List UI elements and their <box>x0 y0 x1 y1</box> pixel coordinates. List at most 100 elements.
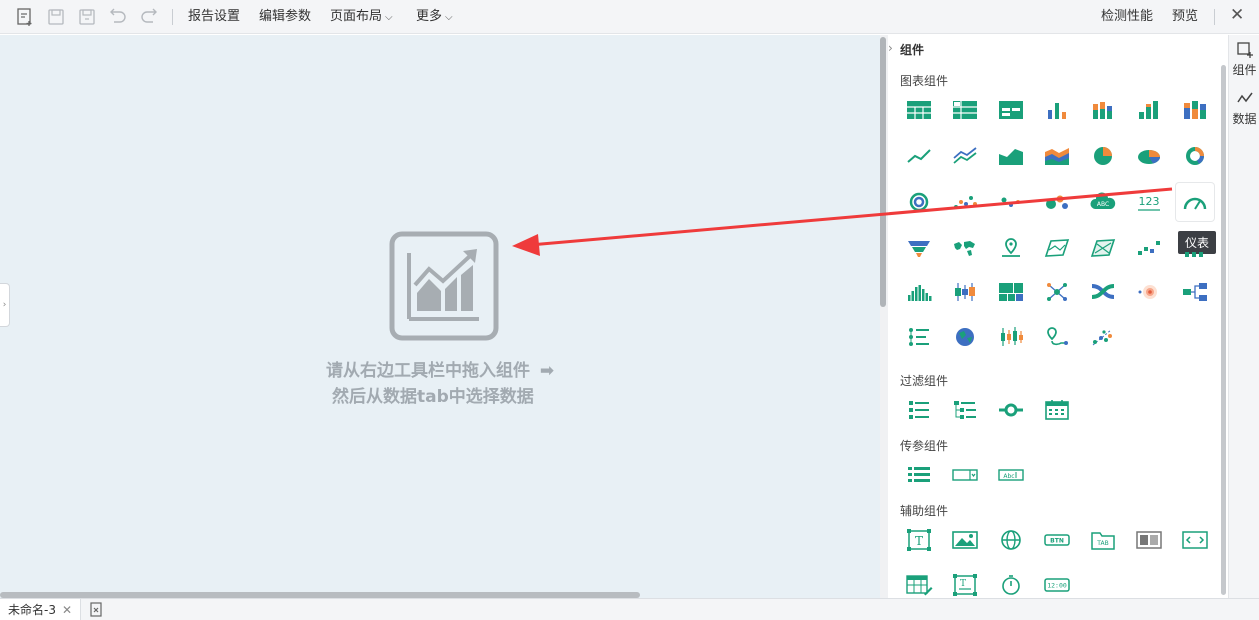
bubble-chart-icon[interactable] <box>1038 183 1076 221</box>
stacked-area-chart-icon[interactable] <box>1038 137 1076 175</box>
text-box-icon[interactable]: T <box>900 521 938 559</box>
save-as-icon[interactable] <box>77 7 97 27</box>
section-filter-components: 过滤组件 <box>900 374 949 388</box>
heatmap-chart-icon[interactable] <box>1130 273 1168 311</box>
line-chart-icon[interactable] <box>900 137 938 175</box>
scatter-chart-icon[interactable] <box>946 183 984 221</box>
chart-placeholder-icon <box>389 231 499 341</box>
tree-filter-icon[interactable] <box>946 391 984 429</box>
3d-pie-chart-icon[interactable] <box>1130 137 1168 175</box>
donut-chart-icon[interactable] <box>1176 137 1214 175</box>
network-graph-icon[interactable] <box>1038 273 1076 311</box>
toolbar-divider <box>172 9 173 25</box>
list-param-icon[interactable] <box>900 456 938 494</box>
report-canvas[interactable]: › 请从右边工具栏中拖入组件 ➡ 然后从数据tab中选择数据 <box>0 35 880 598</box>
report-tab[interactable]: 未命名-3 ✕ <box>0 599 82 620</box>
table-component-icon[interactable] <box>900 91 938 129</box>
grouped-table-component-icon[interactable] <box>992 91 1030 129</box>
word-cloud-icon[interactable]: ABC <box>1084 183 1122 221</box>
svg-text:T: T <box>915 534 923 548</box>
redo-icon[interactable] <box>139 7 159 27</box>
panel-title: 组件 <box>900 43 925 57</box>
area-map-icon[interactable] <box>1038 229 1076 267</box>
menu-more[interactable]: 更多 ⌵ <box>416 9 453 26</box>
partially-hidden-chart-icon[interactable] <box>1176 229 1214 267</box>
checkbox-list-filter-icon[interactable] <box>900 391 938 429</box>
route-map-icon[interactable] <box>1038 318 1076 356</box>
sankey-chart-icon[interactable] <box>1084 273 1122 311</box>
save-icon[interactable] <box>46 7 66 27</box>
multi-line-chart-icon[interactable] <box>946 137 984 175</box>
dot-chart-icon[interactable] <box>992 183 1030 221</box>
area-chart-icon[interactable] <box>992 137 1030 175</box>
undo-icon[interactable] <box>108 7 128 27</box>
tab-label: 未命名-3 <box>8 603 56 617</box>
percent-bar-chart-icon[interactable] <box>1130 91 1168 129</box>
text-input-param-icon[interactable]: Abc <box>992 456 1030 494</box>
check-performance-button[interactable]: 检测性能 <box>1101 9 1153 25</box>
globe-chart-icon[interactable] <box>946 318 984 356</box>
section-param-components: 传参组件 <box>900 439 949 453</box>
timeline-list-icon[interactable] <box>900 318 938 356</box>
histogram-chart-icon[interactable] <box>900 273 938 311</box>
tab-data[interactable]: 数据 <box>1229 90 1259 127</box>
arrow-right-icon: ➡ <box>539 361 555 381</box>
add-report-icon[interactable] <box>88 602 104 618</box>
split-container-icon[interactable] <box>1130 521 1168 559</box>
canvas-vertical-scrollbar[interactable] <box>880 37 886 307</box>
crosstab-component-icon[interactable] <box>946 91 984 129</box>
bar-chart-icon[interactable] <box>1038 91 1076 129</box>
treemap-chart-icon[interactable] <box>992 273 1030 311</box>
funnel-chart-icon[interactable] <box>900 229 938 267</box>
menu-page-layout[interactable]: 页面布局 ⌵ <box>330 9 393 26</box>
button-label: 检测性能 <box>1101 9 1154 24</box>
map-pin-chart-icon[interactable] <box>992 229 1030 267</box>
new-file-icon[interactable] <box>15 7 35 27</box>
point-map-icon[interactable] <box>1084 318 1122 356</box>
slider-filter-icon[interactable] <box>992 391 1030 429</box>
boxplot-chart-icon[interactable] <box>946 273 984 311</box>
section-chart-components: 图表组件 <box>900 74 949 88</box>
tab-components[interactable]: 组件 <box>1229 41 1259 78</box>
world-map-icon[interactable] <box>946 229 984 267</box>
multi-level-pie-icon[interactable] <box>900 183 938 221</box>
svg-text:123: 123 <box>1139 195 1160 208</box>
chevron-down-icon: ⌵ <box>385 12 393 23</box>
flow-diagram-icon[interactable] <box>1176 273 1214 311</box>
button-label: 预览 <box>1172 9 1199 24</box>
menu-label: 报告设置 <box>188 9 241 24</box>
data-line-icon <box>1236 92 1253 103</box>
preview-button[interactable]: 预览 <box>1172 9 1198 25</box>
date-filter-icon[interactable] <box>1038 391 1076 429</box>
collapse-panel-icon[interactable]: › <box>888 41 893 55</box>
svg-text:12:00: 12:00 <box>1047 582 1067 590</box>
gauge-component-icon[interactable] <box>1176 183 1214 221</box>
button-component-icon[interactable]: BTN <box>1038 521 1076 559</box>
close-icon[interactable]: ✕ <box>1230 7 1244 24</box>
panel-vertical-scrollbar[interactable] <box>1221 65 1226 595</box>
menu-label: 页面布局 <box>330 9 383 24</box>
section-aux-components: 辅助组件 <box>900 504 949 518</box>
close-tab-icon[interactable]: ✕ <box>62 603 72 617</box>
heat-grid-icon[interactable] <box>1130 229 1168 267</box>
right-side-tabs: 组件 数据 <box>1228 35 1259 598</box>
expand-left-panel-handle[interactable]: › <box>0 283 10 327</box>
stacked-bar-chart-icon[interactable] <box>1084 91 1122 129</box>
menu-report-settings[interactable]: 报告设置 <box>188 9 240 25</box>
svg-text:TAB: TAB <box>1096 540 1108 547</box>
canvas-hint-line-2: 然后从数据tab中选择数据 <box>332 387 534 407</box>
kpi-number-icon[interactable]: 123 <box>1130 183 1168 221</box>
svg-text:Abc: Abc <box>1003 473 1014 480</box>
image-component-icon[interactable] <box>946 521 984 559</box>
add-component-icon <box>1236 42 1253 58</box>
menu-label: 更多 <box>416 9 443 24</box>
dropdown-param-icon[interactable] <box>946 456 984 494</box>
menu-edit-params[interactable]: 编辑参数 <box>259 9 311 25</box>
tab-component-icon[interactable]: TAB <box>1084 521 1122 559</box>
carousel-component-icon[interactable] <box>1176 521 1214 559</box>
multi-stacked-bar-icon[interactable] <box>1176 91 1214 129</box>
pie-chart-icon[interactable] <box>1084 137 1122 175</box>
candlestick-chart-icon[interactable] <box>992 318 1030 356</box>
web-frame-icon[interactable] <box>992 521 1030 559</box>
flow-map-icon[interactable] <box>1084 229 1122 267</box>
